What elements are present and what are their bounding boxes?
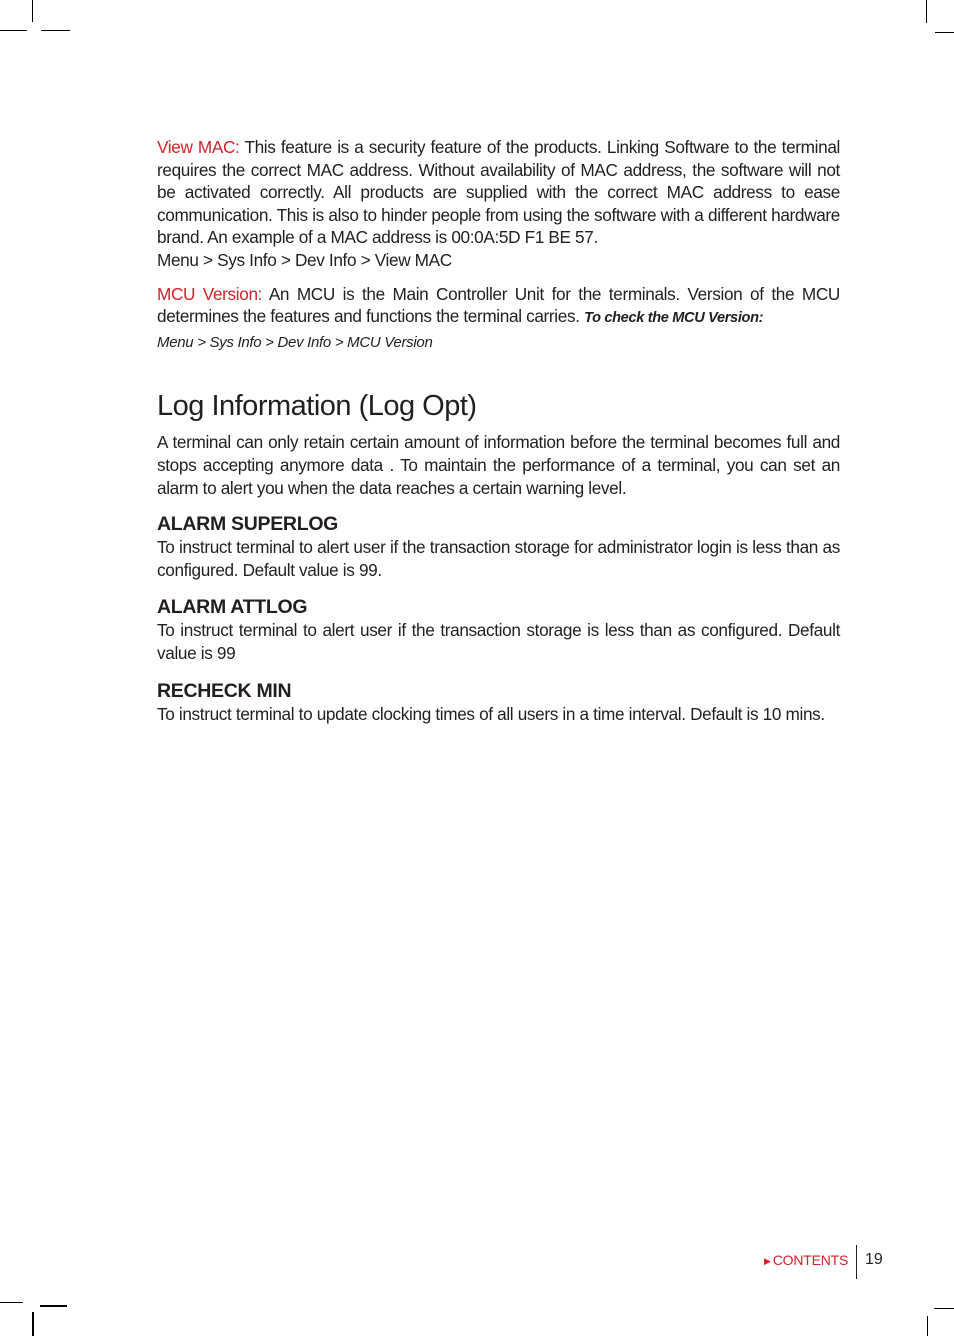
crop-mark-bottom-left-h2 <box>40 1305 67 1307</box>
crop-mark-bottom-right-v <box>927 1316 928 1336</box>
mcu-version-label: MCU Version: <box>157 283 263 304</box>
crop-mark-bottom-left-v <box>32 1312 34 1336</box>
mcu-version-menu-path: Menu > Sys Info > Dev Info > MCU Version <box>157 333 433 351</box>
log-info-intro: A terminal can only retain certain amoun… <box>157 432 840 498</box>
crop-mark-bottom-left-h1 <box>0 1302 23 1303</box>
recheck-min-text: To instruct terminal to update clocking … <box>157 703 825 724</box>
alarm-superlog-heading: ALARM SUPERLOG <box>157 513 339 536</box>
crop-mark-bottom-right-h <box>934 1308 954 1309</box>
page-number: 19 <box>865 1251 883 1268</box>
alarm-attlog-heading: ALARM ATTLOG <box>157 596 308 619</box>
crop-mark-top-left-h1 <box>0 30 27 31</box>
crop-mark-top-left-v <box>32 0 33 22</box>
contents-link[interactable]: ▶ CONTENTS <box>764 1252 848 1268</box>
view-mac-paragraph: View MAC: This feature is a security fea… <box>157 136 840 272</box>
alarm-attlog-text: To instruct terminal to alert user if th… <box>157 620 840 663</box>
section-title: Log Information (Log Opt) <box>157 390 477 423</box>
contents-label: CONTENTS <box>772 1252 849 1268</box>
view-mac-text: This feature is a security feature of th… <box>157 137 840 248</box>
alarm-superlog-text: To instruct terminal to alert user if th… <box>157 537 840 580</box>
mcu-version-paragraph: MCU Version: An MCU is the Main Controll… <box>157 283 840 355</box>
recheck-min-heading: RECHECK MIN <box>157 679 292 702</box>
view-mac-label: View MAC: <box>157 137 240 157</box>
footer-divider <box>856 1245 857 1279</box>
mcu-check-label: To check the MCU Version: <box>584 310 764 327</box>
page-content: View MAC: This feature is a security fea… <box>157 136 840 725</box>
triangle-right-icon: ▶ <box>764 1256 771 1266</box>
crop-mark-top-right-v <box>926 0 927 23</box>
view-mac-menu-path: Menu > Sys Info > Dev Info > View MAC <box>157 249 452 270</box>
crop-mark-top-left-h2 <box>41 30 70 31</box>
crop-mark-top-right-h <box>935 32 954 33</box>
